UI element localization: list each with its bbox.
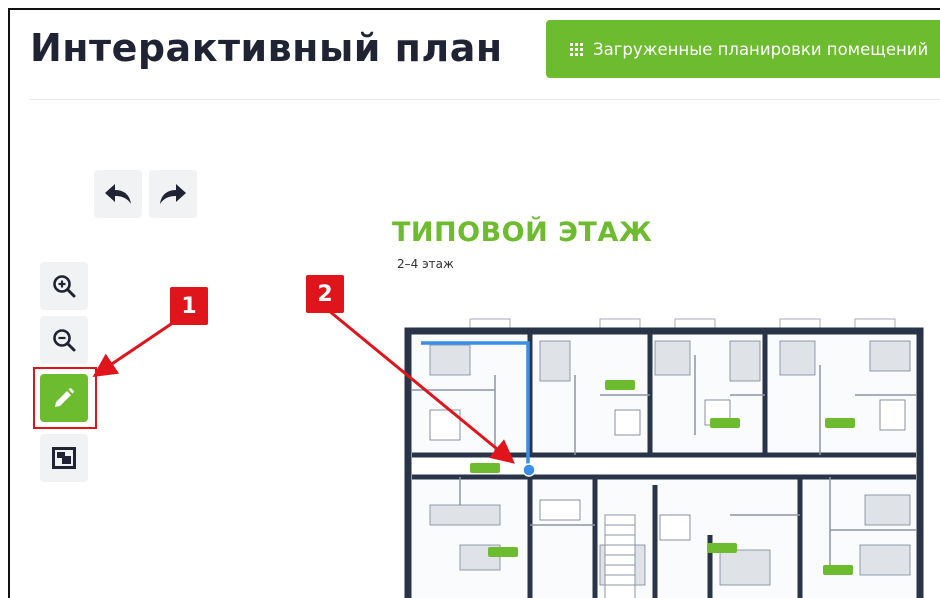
loaded-layouts-button[interactable]: Загруженные планировки помещений — [546, 20, 940, 78]
zoom-out-button[interactable] — [40, 316, 88, 364]
fit-view-button[interactable] — [40, 434, 88, 482]
zoom-in-icon — [53, 275, 76, 298]
loaded-layouts-label: Загруженные планировки помещений — [593, 39, 929, 59]
edit-button[interactable] — [40, 374, 88, 422]
header-divider — [30, 99, 940, 100]
annotation-badge-1: 1 — [170, 287, 208, 325]
undo-icon — [105, 184, 131, 204]
selection-handle[interactable] — [522, 463, 536, 477]
undo-button[interactable] — [94, 170, 142, 218]
floor-subtitle: 2–4 этаж — [397, 257, 454, 271]
zoom-out-icon — [53, 329, 76, 352]
annotation-badge-2: 2 — [306, 275, 344, 313]
stairwell — [604, 514, 636, 598]
frame-icon — [52, 447, 76, 469]
floor-title: ТИПОВОЙ ЭТАЖ — [392, 217, 653, 248]
redo-icon — [160, 184, 186, 204]
pencil-icon — [55, 387, 75, 407]
zoom-in-button[interactable] — [40, 262, 88, 310]
redo-button[interactable] — [149, 170, 197, 218]
app-frame: Интерактивный план Загруженные планировк… — [8, 8, 940, 598]
floor-plan-canvas[interactable] — [400, 315, 940, 598]
page-title: Интерактивный план — [30, 26, 503, 70]
grid-icon — [570, 42, 583, 56]
